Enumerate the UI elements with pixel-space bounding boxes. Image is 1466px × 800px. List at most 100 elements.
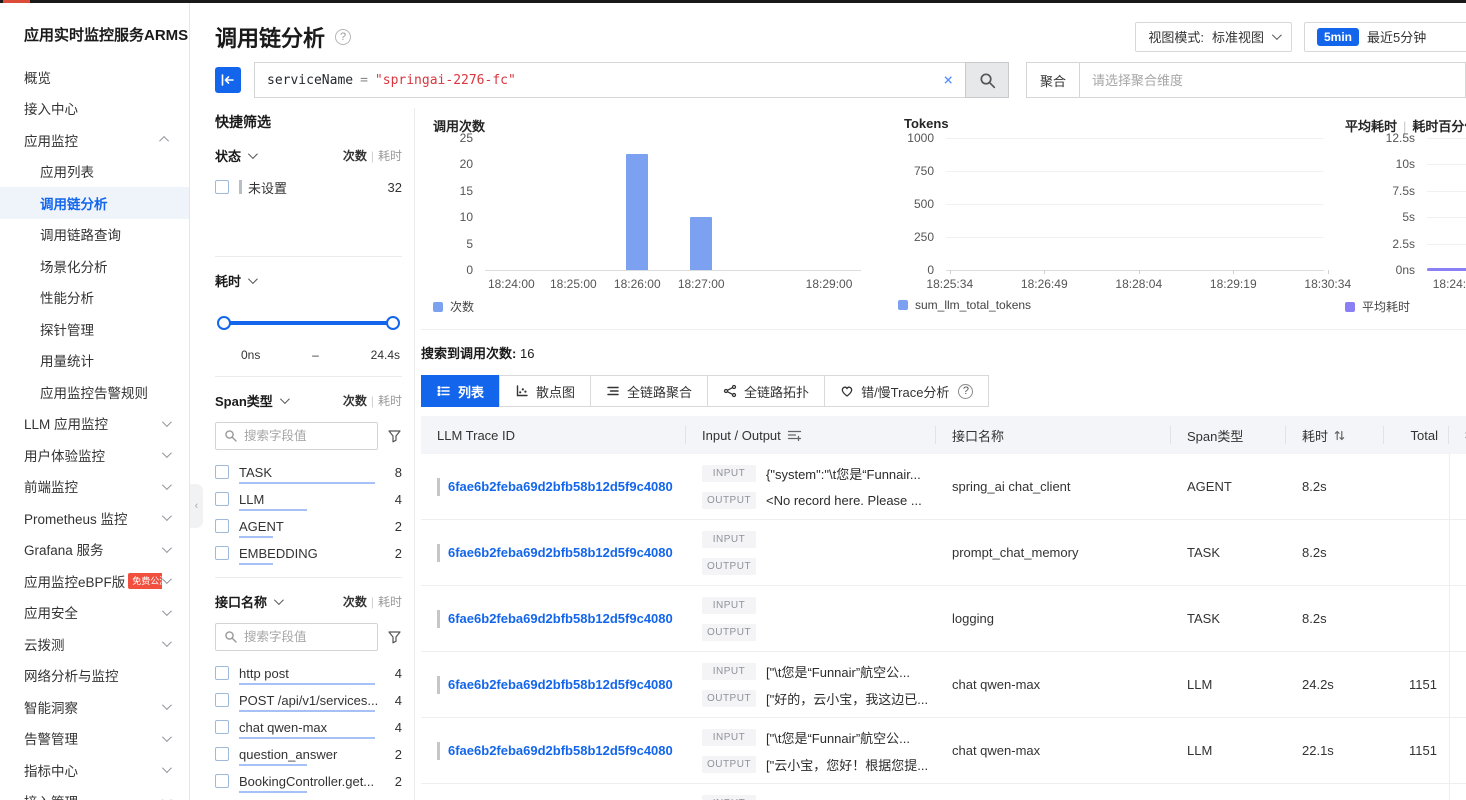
sidebar-item-1[interactable]: 接入中心: [0, 93, 189, 125]
checkbox[interactable]: [215, 774, 229, 788]
metric-count[interactable]: 次数: [343, 149, 367, 163]
time-range-picker[interactable]: 5min 最近5分钟: [1304, 22, 1466, 52]
sidebar-item-7[interactable]: 性能分析: [0, 282, 189, 314]
tab-topology[interactable]: 全链路拓扑: [707, 375, 825, 407]
checkbox[interactable]: [215, 492, 229, 506]
sidebar-item-5[interactable]: 调用链路查询: [0, 219, 189, 251]
trace-id-link[interactable]: 6fae6b2feba69d2bfb58b12d5f9c4080: [448, 479, 673, 494]
filter-item-count: 4: [395, 666, 402, 681]
sidebar-item-8[interactable]: 探针管理: [0, 313, 189, 345]
sidebar-item-14[interactable]: Prometheus 监控: [0, 502, 189, 534]
sidebar-item-4[interactable]: 调用链分析: [0, 187, 189, 219]
filter-item[interactable]: http post4: [215, 663, 402, 683]
sidebar-item-3[interactable]: 应用列表: [0, 156, 189, 188]
metric-duration[interactable]: 耗时: [378, 394, 402, 408]
chart-legend[interactable]: 平均耗时: [1345, 298, 1410, 315]
sidebar-item-16[interactable]: 应用监控eBPF版免费公测: [0, 565, 189, 597]
filter-item[interactable]: EMBEDDING2: [215, 543, 402, 563]
tab-list[interactable]: 列表: [421, 375, 500, 407]
clear-icon[interactable]: ×: [943, 72, 953, 88]
filter-item[interactable]: LLM4: [215, 489, 402, 509]
sidebar-item-11[interactable]: LLM 应用监控: [0, 408, 189, 440]
checkbox[interactable]: [215, 693, 229, 707]
sidebar-item-15[interactable]: Grafana 服务: [0, 534, 189, 566]
filter-search-input[interactable]: [215, 623, 378, 651]
duration-cell: 22.1s: [1286, 743, 1384, 758]
checkbox[interactable]: [215, 720, 229, 734]
view-mode-select[interactable]: 视图模式: 标准视图: [1135, 22, 1292, 52]
filter-funnel-icon[interactable]: [387, 429, 402, 443]
sidebar-item-17[interactable]: 应用安全: [0, 597, 189, 629]
brand-accent: [3, 0, 30, 3]
sidebar-item-10[interactable]: 应用监控告警规则: [0, 376, 189, 408]
filter-section-label[interactable]: Span类型: [215, 391, 287, 410]
checkbox[interactable]: [215, 747, 229, 761]
sidebar-item-22[interactable]: 指标中心: [0, 754, 189, 786]
chart-legend[interactable]: 次数: [433, 298, 474, 315]
checkbox[interactable]: [215, 465, 229, 479]
filter-search-field[interactable]: [244, 429, 369, 443]
sidebar-item-19[interactable]: 网络分析与监控: [0, 660, 189, 692]
filter-item[interactable]: 未设置32: [215, 177, 402, 197]
tab-aggregate[interactable]: 全链路聚合: [590, 375, 708, 407]
sidebar-item-2[interactable]: 应用监控: [0, 124, 189, 156]
metric-duration[interactable]: 耗时: [378, 595, 402, 609]
interface-name-cell: logging: [936, 611, 1171, 626]
metric-count[interactable]: 次数: [343, 394, 367, 408]
metric-count[interactable]: 次数: [343, 595, 367, 609]
sidebar-item-21[interactable]: 告警管理: [0, 723, 189, 755]
sidebar-item-20[interactable]: 智能洞察: [0, 691, 189, 723]
sidebar-item-23[interactable]: 接入管理: [0, 786, 189, 800]
filter-item[interactable]: TASK8: [215, 462, 402, 482]
checkbox[interactable]: [215, 180, 229, 194]
search-button[interactable]: [965, 62, 1009, 98]
metric-duration[interactable]: 耗时: [378, 149, 402, 163]
filter-section-label[interactable]: 状态: [215, 146, 255, 165]
help-icon[interactable]: ?: [335, 29, 351, 45]
page: 应用实时监控服务ARMS 概览接入中心应用监控应用列表调用链分析调用链路查询场景…: [0, 0, 1466, 800]
filter-item[interactable]: POST /api/v1/services...4: [215, 690, 402, 710]
filter-item[interactable]: question_answer2: [215, 744, 402, 764]
slider-handle-max[interactable]: [386, 316, 400, 330]
query-input[interactable]: serviceName = "springai-2276-fc" ×: [254, 62, 966, 98]
tab-scatter[interactable]: 散点图: [499, 375, 591, 407]
column-settings-icon[interactable]: [787, 429, 802, 442]
sidebar-item-18[interactable]: 云拨测: [0, 628, 189, 660]
sidebar-collapse-handle[interactable]: ‹: [190, 484, 203, 528]
filter-funnel-icon[interactable]: [387, 630, 402, 644]
sidebar-item-0[interactable]: 概览: [0, 61, 189, 93]
checkbox[interactable]: [215, 546, 229, 560]
duration-cell: 8.2s: [1286, 479, 1384, 494]
aggregate-input[interactable]: [1079, 62, 1466, 98]
filter-section-label[interactable]: 接口名称: [215, 592, 281, 611]
time-range-label: 最近5分钟: [1367, 27, 1426, 46]
sidebar-item-label: 概览: [24, 67, 51, 87]
sidebar-item-12[interactable]: 用户体验监控: [0, 439, 189, 471]
trace-id-link[interactable]: 6fae6b2feba69d2bfb58b12d5f9c4080: [448, 545, 673, 560]
filter-search-field[interactable]: [244, 630, 369, 644]
tab-trace[interactable]: 错/慢Trace分析?: [824, 375, 989, 407]
sidebar-item-label: 用量统计: [40, 350, 94, 370]
chart-legend[interactable]: sum_llm_total_tokens: [898, 298, 1031, 312]
sort-icon[interactable]: [1334, 429, 1345, 442]
filter-section-label[interactable]: 耗时: [215, 271, 255, 290]
sidebar-item-9[interactable]: 用量统计: [0, 345, 189, 377]
filter-item[interactable]: AGENT2: [215, 516, 402, 536]
sidebar-item-13[interactable]: 前端监控: [0, 471, 189, 503]
trace-id-link[interactable]: 6fae6b2feba69d2bfb58b12d5f9c4080: [448, 677, 673, 692]
checkbox[interactable]: [215, 519, 229, 533]
filter-search-input[interactable]: [215, 422, 378, 450]
help-icon[interactable]: ?: [958, 384, 973, 399]
output-preview: ["好的，云小宝，我这边已...: [766, 689, 928, 708]
query-collapse-icon[interactable]: [215, 67, 241, 93]
trace-id-link[interactable]: 6fae6b2feba69d2bfb58b12d5f9c4080: [448, 611, 673, 626]
axis-tickmark: [1233, 270, 1234, 274]
divider: [215, 256, 402, 257]
trace-id-link[interactable]: 6fae6b2feba69d2bfb58b12d5f9c4080: [448, 743, 673, 758]
slider-handle-min[interactable]: [217, 316, 231, 330]
checkbox[interactable]: [215, 666, 229, 680]
sidebar-item-6[interactable]: 场景化分析: [0, 250, 189, 282]
filter-item-count: 2: [395, 774, 402, 789]
filter-item[interactable]: BookingController.get...2: [215, 771, 402, 791]
filter-item[interactable]: chat qwen-max4: [215, 717, 402, 737]
